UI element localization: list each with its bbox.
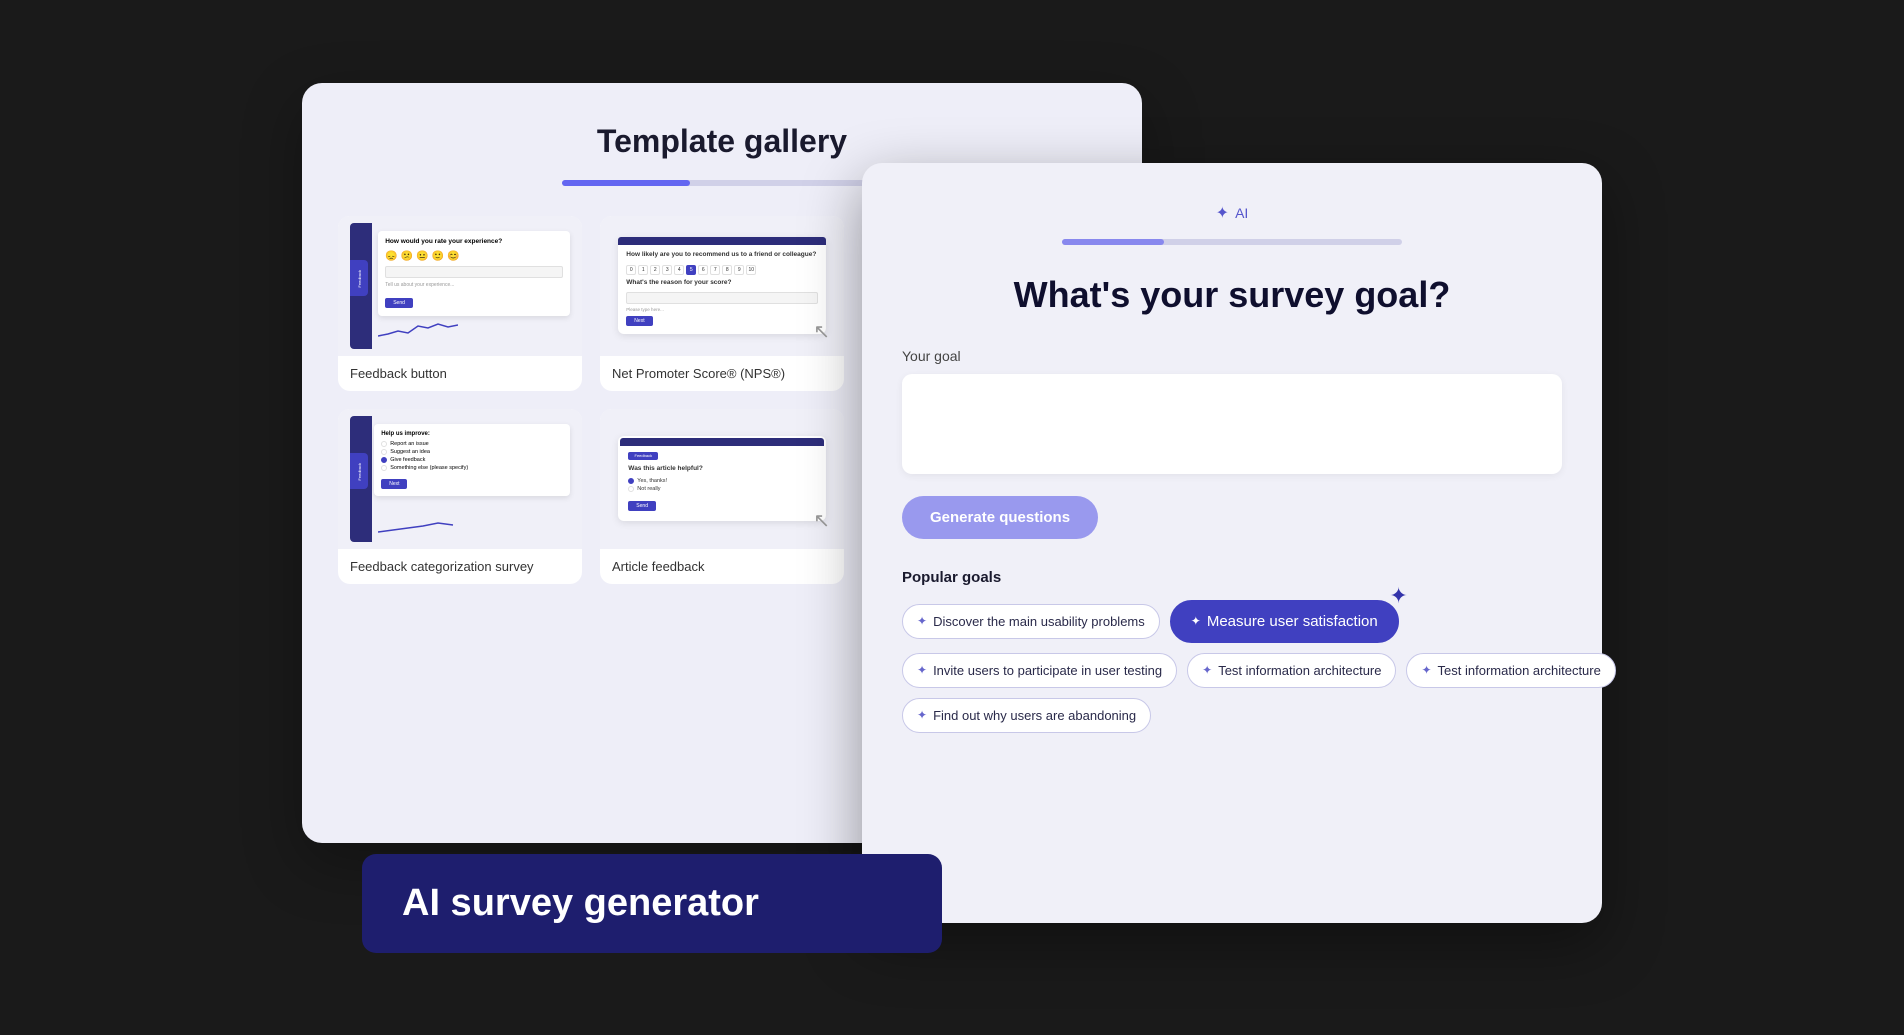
- ai-banner: AI survey generator: [362, 854, 942, 953]
- goal-label: Your goal: [902, 348, 1562, 364]
- goal-chip-icon-test-ia-1: ✦: [1202, 663, 1212, 677]
- template-gallery-progress: [562, 180, 882, 186]
- goal-chip-icon-abandon: ✦: [917, 708, 927, 722]
- ai-panel-title: What's your survey goal?: [902, 273, 1562, 316]
- ai-panel-progress: [1062, 239, 1402, 245]
- goals-row-3: ✦ Find out why users are abandoning: [902, 698, 1562, 733]
- ai-badge: ✦ AI: [902, 203, 1562, 223]
- goal-textarea[interactable]: [902, 374, 1562, 474]
- goal-chip-icon-discover: ✦: [917, 614, 927, 628]
- template-label-article: Article feedback: [600, 549, 844, 584]
- template-thumb-feedback: Feedback How would you rate your experie…: [338, 216, 582, 356]
- ai-badge-text: AI: [1235, 205, 1248, 221]
- goal-chip-icon-test-ia-2: ✦: [1421, 663, 1431, 677]
- goals-row-2: ✦ Invite users to participate in user te…: [902, 653, 1562, 688]
- template-item-feedback-cat[interactable]: Feedback Help us improve: Report an issu…: [338, 409, 582, 584]
- template-item-nps[interactable]: How likely are you to recommend us to a …: [600, 216, 844, 391]
- goal-chip-icon-measure: ✦: [1191, 614, 1201, 628]
- template-item-feedback[interactable]: Feedback How would you rate your experie…: [338, 216, 582, 391]
- template-label-nps: Net Promoter Score® (NPS®): [600, 356, 844, 391]
- goal-chip-invite[interactable]: ✦ Invite users to participate in user te…: [902, 653, 1177, 688]
- goal-chip-icon-invite: ✦: [917, 663, 927, 677]
- popular-goals-label: Popular goals: [902, 569, 1562, 586]
- goal-chip-test-ia-2[interactable]: ✦ Test information architecture: [1406, 653, 1615, 688]
- goal-chip-measure[interactable]: ✦ ✦ Measure user satisfaction: [1170, 600, 1399, 643]
- template-item-article[interactable]: Feedback Was this article helpful? Yes, …: [600, 409, 844, 584]
- template-label-feedback: Feedback button: [338, 356, 582, 391]
- generate-questions-button[interactable]: Generate questions: [902, 496, 1098, 539]
- template-thumb-nps: How likely are you to recommend us to a …: [600, 216, 844, 356]
- goals-grid: ✦ Discover the main usability problems ✦…: [902, 600, 1562, 733]
- template-label-feedback-cat: Feedback categorization survey: [338, 549, 582, 584]
- goal-chip-abandon[interactable]: ✦ Find out why users are abandoning: [902, 698, 1151, 733]
- goals-row-1: ✦ Discover the main usability problems ✦…: [902, 600, 1562, 643]
- template-thumb-article: Feedback Was this article helpful? Yes, …: [600, 409, 844, 549]
- ai-panel-card: ✦ AI What's your survey goal? Your goal …: [862, 163, 1602, 923]
- goal-chip-discover[interactable]: ✦ Discover the main usability problems: [902, 604, 1160, 639]
- goal-chip-test-ia-1[interactable]: ✦ Test information architecture: [1187, 653, 1396, 688]
- template-gallery-title: Template gallery: [338, 123, 1106, 160]
- sparkle-float-icon: ✦: [1389, 583, 1407, 609]
- ai-banner-title: AI survey generator: [402, 882, 759, 924]
- template-thumb-feedback-cat: Feedback Help us improve: Report an issu…: [338, 409, 582, 549]
- ai-spark-icon: ✦: [1216, 203, 1229, 223]
